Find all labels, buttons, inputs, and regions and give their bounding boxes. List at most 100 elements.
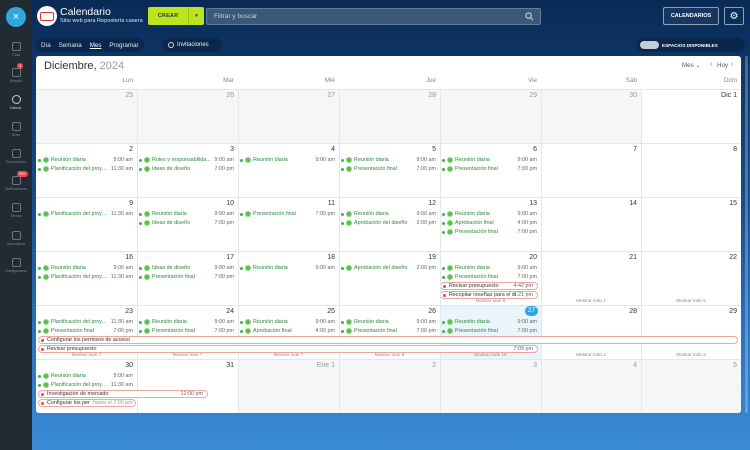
nav-item-5[interactable]: Notificaciones 99+ (0, 169, 32, 197)
show-all-link[interactable]: Mostrar todo 3 (641, 351, 741, 358)
prev-month-icon[interactable]: ‹ (710, 61, 712, 68)
nav-item-3[interactable]: Drive (0, 115, 32, 143)
toggle-switch-icon[interactable] (640, 41, 659, 49)
day-cell[interactable]: 14 (541, 197, 641, 251)
day-cell[interactable]: 2 Reunión diaria 9:00 am Planificación del … (36, 143, 137, 197)
calendar-event[interactable]: Reunión diaria 9:00 am (38, 264, 133, 272)
calendar-event[interactable]: Presentación final 7:00 pm (139, 273, 234, 281)
calendar-event[interactable]: Ideas de diseño 9:00 am (139, 264, 234, 272)
calendar-event[interactable]: Aprobación final 4:00 pm (240, 327, 335, 335)
calendars-button[interactable]: CALENDARIOS (663, 7, 719, 25)
day-cell[interactable]: 21 Mostrar todo 1 (541, 251, 641, 305)
nav-item-6[interactable]: Tareas (0, 196, 32, 224)
calendar-event[interactable]: Presentación final 7:00 pm (139, 327, 234, 335)
calendar-event[interactable]: Aprobación del diseño 2:00 pm (341, 264, 436, 272)
calendar-event[interactable]: Reunión diaria 9:00 am (442, 318, 537, 326)
calendar-event[interactable]: Presentación final 7:00 pm (38, 327, 133, 335)
page-scrollbar[interactable] (745, 56, 748, 413)
calendar-event[interactable]: Reunión diaria 9:00 am (38, 372, 133, 380)
calendar-event[interactable]: Reunión diaria 9:00 am (139, 210, 234, 218)
calendar-event[interactable]: Presentación final 7:00 pm (341, 165, 436, 173)
calendar-event[interactable]: Planificación del proye... 11:30 am (38, 165, 133, 173)
calendar-event[interactable]: Roles y responsabilida... 9:00 am (139, 156, 234, 164)
day-cell[interactable]: 10 Reunión diaria 9:00 am Ideas de diseño 7:… (137, 197, 238, 251)
tab-month[interactable]: Mes (90, 42, 102, 49)
task-item[interactable]: Configurar los per hasta el 7:00 pm (38, 399, 136, 407)
settings-gear-icon[interactable]: ⚙ (724, 7, 744, 25)
day-cell[interactable]: 13 Reunión diaria 9:00 am Aprobación final 4… (440, 197, 541, 251)
calendar-event[interactable]: Reunión diaria 9:00 am (442, 156, 537, 164)
tab-day[interactable]: Día (41, 42, 51, 49)
nav-item-1[interactable]: Entrada 1 (0, 61, 32, 89)
day-cell[interactable]: 27 (238, 89, 339, 143)
create-dropdown-icon[interactable]: ▾ (188, 7, 204, 25)
calendar-event[interactable]: Reunión diaria 9:00 am (38, 156, 133, 164)
calendar-event[interactable]: Reunión diaria 9:00 am (139, 318, 234, 326)
day-cell[interactable]: 15 (641, 197, 741, 251)
multi-day-task[interactable]: Configurar los permisos de acceso (38, 336, 738, 344)
calendar-event[interactable]: Reunión diaria 9:00 am (341, 318, 436, 326)
search-input[interactable]: Filtrar y buscar (206, 8, 541, 25)
search-icon[interactable] (525, 12, 534, 21)
calendar-event[interactable]: Presentación final 7:00 pm (442, 327, 537, 335)
calendar-event[interactable]: Presentación final 7:00 pm (442, 273, 537, 281)
calendar-event[interactable]: Presentación final 7:00 pm (240, 210, 335, 218)
calendar-event[interactable]: Reunión diaria 9:00 am (240, 264, 335, 272)
calendar-event[interactable]: Reunión diaria 9:00 am (240, 156, 335, 164)
day-cell[interactable]: 18 Reunión diaria 9:00 am (238, 251, 339, 305)
day-cell[interactable]: 20 Reunión diaria 9:00 am Presentación fina… (440, 251, 541, 305)
day-cell[interactable]: 25 (36, 89, 137, 143)
day-cell[interactable]: 7 (541, 143, 641, 197)
day-cell[interactable]: 28 (339, 89, 440, 143)
multi-day-task[interactable]: Revisar presupuesto 7:09 pm (38, 345, 538, 353)
nav-item-7[interactable]: Mensajería (0, 224, 32, 252)
show-all-link[interactable]: Mostrar todo 5 (641, 297, 741, 304)
nav-item-8[interactable]: Configuración (0, 251, 32, 279)
day-cell[interactable]: 4 Reunión diaria 9:00 am (238, 143, 339, 197)
day-cell[interactable]: 26 (137, 89, 238, 143)
calendar-event[interactable]: Planificación del proye... 11:30 am (38, 273, 133, 281)
day-cell[interactable]: 8 (641, 143, 741, 197)
calendar-event[interactable]: Reunión diaria 9:00 am (240, 318, 335, 326)
day-cell[interactable]: 30 (541, 89, 641, 143)
calendar-event[interactable]: Aprobación final 4:00 pm (442, 219, 537, 227)
task-item[interactable]: Revisar presupuesto 4:42 pm (440, 282, 538, 290)
show-all-link[interactable]: Mostrar todo 2 (541, 351, 641, 358)
calendar-event[interactable]: Planificación del proye... 11:30 am (38, 318, 133, 326)
day-cell[interactable]: 31 (137, 359, 238, 413)
day-cell[interactable]: 5 Reunión diaria 9:00 am Presentación final… (339, 143, 440, 197)
calendar-event[interactable]: Planificación del proye... 11:30 am (38, 381, 133, 389)
day-cell[interactable]: 9 Planificación del proye... 11:30 am (36, 197, 137, 251)
next-month-icon[interactable]: › (731, 61, 733, 68)
day-cell[interactable]: 28 Mostrar todo 2 (541, 305, 641, 359)
nav-item-2[interactable]: Calend. (0, 88, 32, 116)
day-cell[interactable]: 3 Roles y responsabilida... 9:00 am Ideas d… (137, 143, 238, 197)
view-select[interactable]: Mes ⌄ (682, 62, 701, 69)
day-cell[interactable]: 12 Reunión diaria 9:00 am Aprobación del di… (339, 197, 440, 251)
day-cell[interactable]: 2 (339, 359, 440, 413)
tab-schedule[interactable]: Programar (109, 42, 138, 49)
day-cell[interactable]: 4 (541, 359, 641, 413)
available-spaces-toggle[interactable]: ESPACIOS DISPONIBLES (637, 38, 745, 52)
day-cell[interactable]: 17 Ideas de diseño 9:00 am Presentación fin… (137, 251, 238, 305)
day-cell[interactable]: 22 Mostrar todo 5 (641, 251, 741, 305)
calendar-event[interactable]: Reunión diaria 9:00 am (341, 210, 436, 218)
calendar-event[interactable]: Presentación final 7:00 pm (442, 165, 537, 173)
calendar-event[interactable]: Ideas de diseño 7:00 pm (139, 165, 234, 173)
day-cell[interactable]: 19 Aprobación del diseño 2:00 pm (339, 251, 440, 305)
calendar-event[interactable]: Ideas de diseño 7:00 pm (139, 219, 234, 227)
calendar-event[interactable]: Reunión diaria 9:00 am (442, 210, 537, 218)
day-cell[interactable]: 6 Reunión diaria 9:00 am Presentación final… (440, 143, 541, 197)
calendar-event[interactable]: Planificación del proye... 11:30 am (38, 210, 133, 218)
calendar-event[interactable]: Presentación final 7:00 pm (341, 327, 436, 335)
day-cell[interactable]: 11 Presentación final 7:00 pm (238, 197, 339, 251)
calendar-event[interactable]: Aprobación del diseño 2:00 pm (341, 219, 436, 227)
day-cell[interactable]: 3 (440, 359, 541, 413)
day-cell[interactable]: Ene 1 (238, 359, 339, 413)
calendar-event[interactable]: Reunión diaria 9:00 am (442, 264, 537, 272)
calendar-event[interactable]: Presentación final 7:00 pm (442, 228, 537, 236)
today-button[interactable]: Hoy (717, 62, 728, 69)
show-all-link[interactable]: Mostrar todo 8 (440, 297, 541, 304)
day-cell[interactable]: 29 Mostrar todo 3 (641, 305, 741, 359)
day-cell[interactable]: 30 Reunión diaria 9:00 am Planificación del… (36, 359, 208, 413)
